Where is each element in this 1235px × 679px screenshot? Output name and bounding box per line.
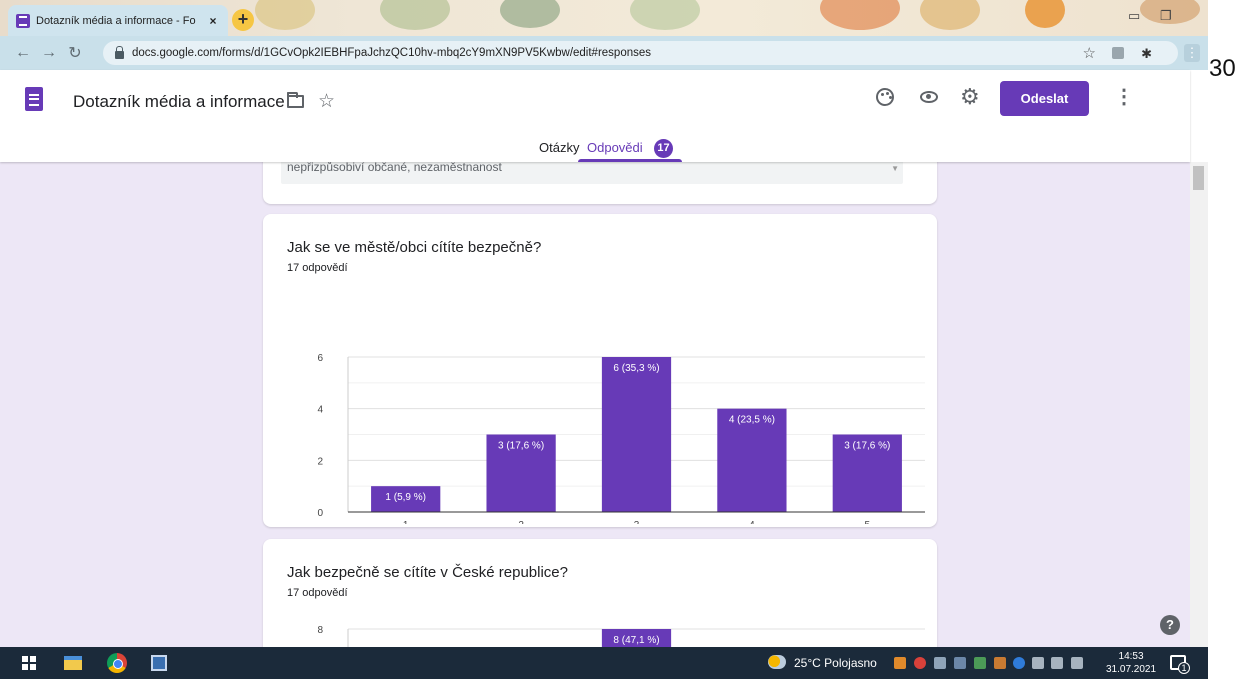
clock-date: 31.07.2021 (1106, 664, 1157, 675)
x-tick-label: 2 (518, 520, 524, 524)
y-tick-label: 6 (317, 353, 323, 364)
page-scrollbar[interactable] (1190, 162, 1208, 647)
bar-chart: 0 2 4 6 1 (5,9 %) 1 3 (17,6 %) 2 6 (35,3 %) 3 4 (2… (317, 353, 925, 524)
data-label: 8 (47,1 %) (613, 635, 659, 646)
x-tick-label: 4 (749, 520, 755, 524)
close-tab-icon[interactable]: × (206, 14, 220, 28)
folder-icon[interactable] (287, 92, 304, 108)
google-forms-logo-icon[interactable] (25, 87, 43, 111)
file-explorer-icon[interactable] (64, 656, 82, 670)
y-tick-label: 0 (317, 508, 323, 519)
question-title: Jak se ve městě/obci cítíte bezpečně? (287, 239, 542, 256)
forms-header: Dotazník média a informace ☆ ⚙ Odeslat ⋮… (0, 70, 1190, 162)
app-taskbar-icon[interactable] (151, 655, 167, 671)
previous-question-card: nepřizpůsobiví občané, nezaměstnanost ▼ (263, 162, 937, 204)
star-icon[interactable]: ☆ (318, 90, 335, 113)
palette-icon[interactable] (876, 88, 894, 106)
x-tick-label: 1 (403, 520, 409, 524)
scrollbar-thumb[interactable] (1193, 166, 1204, 190)
taskbar-clock[interactable]: 14:53 31.07.2021 (1106, 650, 1156, 676)
responses-page: nepřizpůsobiví občané, nezaměstnanost ▼ … (0, 162, 1190, 647)
weather-icon[interactable] (768, 655, 786, 669)
tab-questions[interactable]: Otázky (539, 140, 579, 155)
y-tick-label: 8 (317, 625, 323, 636)
bar (601, 357, 672, 512)
back-arrow-icon[interactable]: ← (10, 44, 36, 62)
browser-tab-strip: Dotazník média a informace - Fo × + ▭ ❐ (0, 0, 1208, 36)
decoration (1025, 0, 1065, 28)
keyboard-icon[interactable] (1032, 657, 1044, 669)
weather-text[interactable]: 25°C Polojasno (794, 656, 877, 670)
lock-icon (115, 46, 124, 59)
data-label: 3 (17,6 %) (498, 441, 544, 452)
decoration (255, 0, 315, 30)
volume-icon[interactable] (1071, 657, 1083, 669)
clock-time: 14:53 (1118, 651, 1144, 662)
x-tick-label: 3 (634, 520, 640, 524)
decoration (920, 0, 980, 30)
notification-count-badge: 1 (1178, 662, 1190, 674)
y-tick-label: 4 (317, 405, 323, 416)
puzzle-extensions-icon[interactable]: ✱ (1141, 46, 1152, 62)
form-tabs: Otázky Odpovědi 17 (0, 130, 1190, 162)
extension-icon[interactable] (1112, 47, 1124, 59)
url-text: docs.google.com/forms/d/1GCvOpk2IEBHFpaJ… (132, 47, 652, 59)
question-title: Jak bezpečně se cítíte v České republice… (287, 564, 568, 581)
data-label: 6 (35,3 %) (613, 363, 659, 374)
tab-title: Dotazník média a informace - Fo (36, 14, 196, 27)
text-answer-list: nepřizpůsobiví občané, nezaměstnanost ▼ (281, 162, 903, 184)
right-margin (1208, 0, 1235, 679)
data-label: 3 (17,6 %) (844, 441, 890, 452)
network-icon[interactable] (1051, 657, 1063, 669)
windows-taskbar: 25°C Polojasno 14:53 31.07.2021 1 (0, 647, 1208, 679)
reload-icon[interactable]: ↻ (62, 43, 88, 63)
active-tab-indicator (578, 159, 682, 162)
forward-arrow-icon[interactable]: → (36, 44, 62, 62)
browser-menu-icon[interactable]: ⋮ (1184, 44, 1200, 62)
tray-icon[interactable] (894, 657, 906, 669)
more-vert-icon[interactable]: ⋮ (1114, 87, 1134, 107)
minimize-icon[interactable]: ▭ (1128, 8, 1140, 24)
browser-tab[interactable]: Dotazník média a informace - Fo × (8, 5, 228, 36)
response-count: 17 odpovědí (287, 587, 348, 599)
response-count: 17 odpovědí (287, 262, 348, 274)
x-tick-label: 5 (865, 520, 871, 524)
tab-responses[interactable]: Odpovědi (587, 140, 643, 155)
responses-count-badge: 17 (654, 139, 673, 158)
scroll-down-arrow-icon[interactable]: ▼ (891, 164, 899, 173)
browser-toolbar: ← → ↻ docs.google.com/forms/d/1GCvOpk2IE… (0, 36, 1208, 70)
maximize-icon[interactable]: ❐ (1160, 8, 1172, 24)
tray-icon[interactable] (974, 657, 986, 669)
decoration (500, 0, 560, 28)
settings-gear-icon[interactable]: ⚙ (960, 86, 980, 108)
data-label: 1 (5,9 %) (385, 492, 426, 503)
address-bar[interactable]: docs.google.com/forms/d/1GCvOpk2IEBHFpaJ… (103, 41, 1178, 65)
bluetooth-icon[interactable] (1013, 657, 1025, 669)
tray-icon[interactable] (934, 657, 946, 669)
form-title[interactable]: Dotazník média a informace (73, 92, 285, 112)
help-icon[interactable]: ? (1160, 615, 1180, 635)
bookmark-star-icon[interactable]: ☆ (1083, 44, 1096, 62)
decoration (380, 0, 450, 30)
google-forms-favicon-icon (16, 13, 30, 28)
send-button[interactable]: Odeslat (1000, 81, 1089, 116)
decoration (820, 0, 900, 30)
bar-chart: 8 8 (47,1 %) (317, 625, 925, 647)
data-label: 4 (23,5 %) (729, 415, 775, 426)
question-card: Jak bezpečně se cítíte v České republice… (263, 539, 937, 647)
tray-icon[interactable] (914, 657, 926, 669)
decoration (630, 0, 700, 30)
tray-icon[interactable] (954, 657, 966, 669)
tray-icon[interactable] (994, 657, 1006, 669)
chrome-icon[interactable] (107, 653, 127, 673)
text-answer: nepřizpůsobiví občané, nezaměstnanost (287, 162, 502, 174)
preview-eye-icon[interactable] (920, 91, 938, 103)
question-card: Jak se ve městě/obci cítíte bezpečně? 17… (263, 214, 937, 527)
new-tab-button[interactable]: + (232, 9, 254, 31)
windows-start-icon[interactable] (22, 656, 36, 670)
side-text: 30 (1209, 55, 1235, 82)
y-tick-label: 2 (317, 456, 323, 467)
